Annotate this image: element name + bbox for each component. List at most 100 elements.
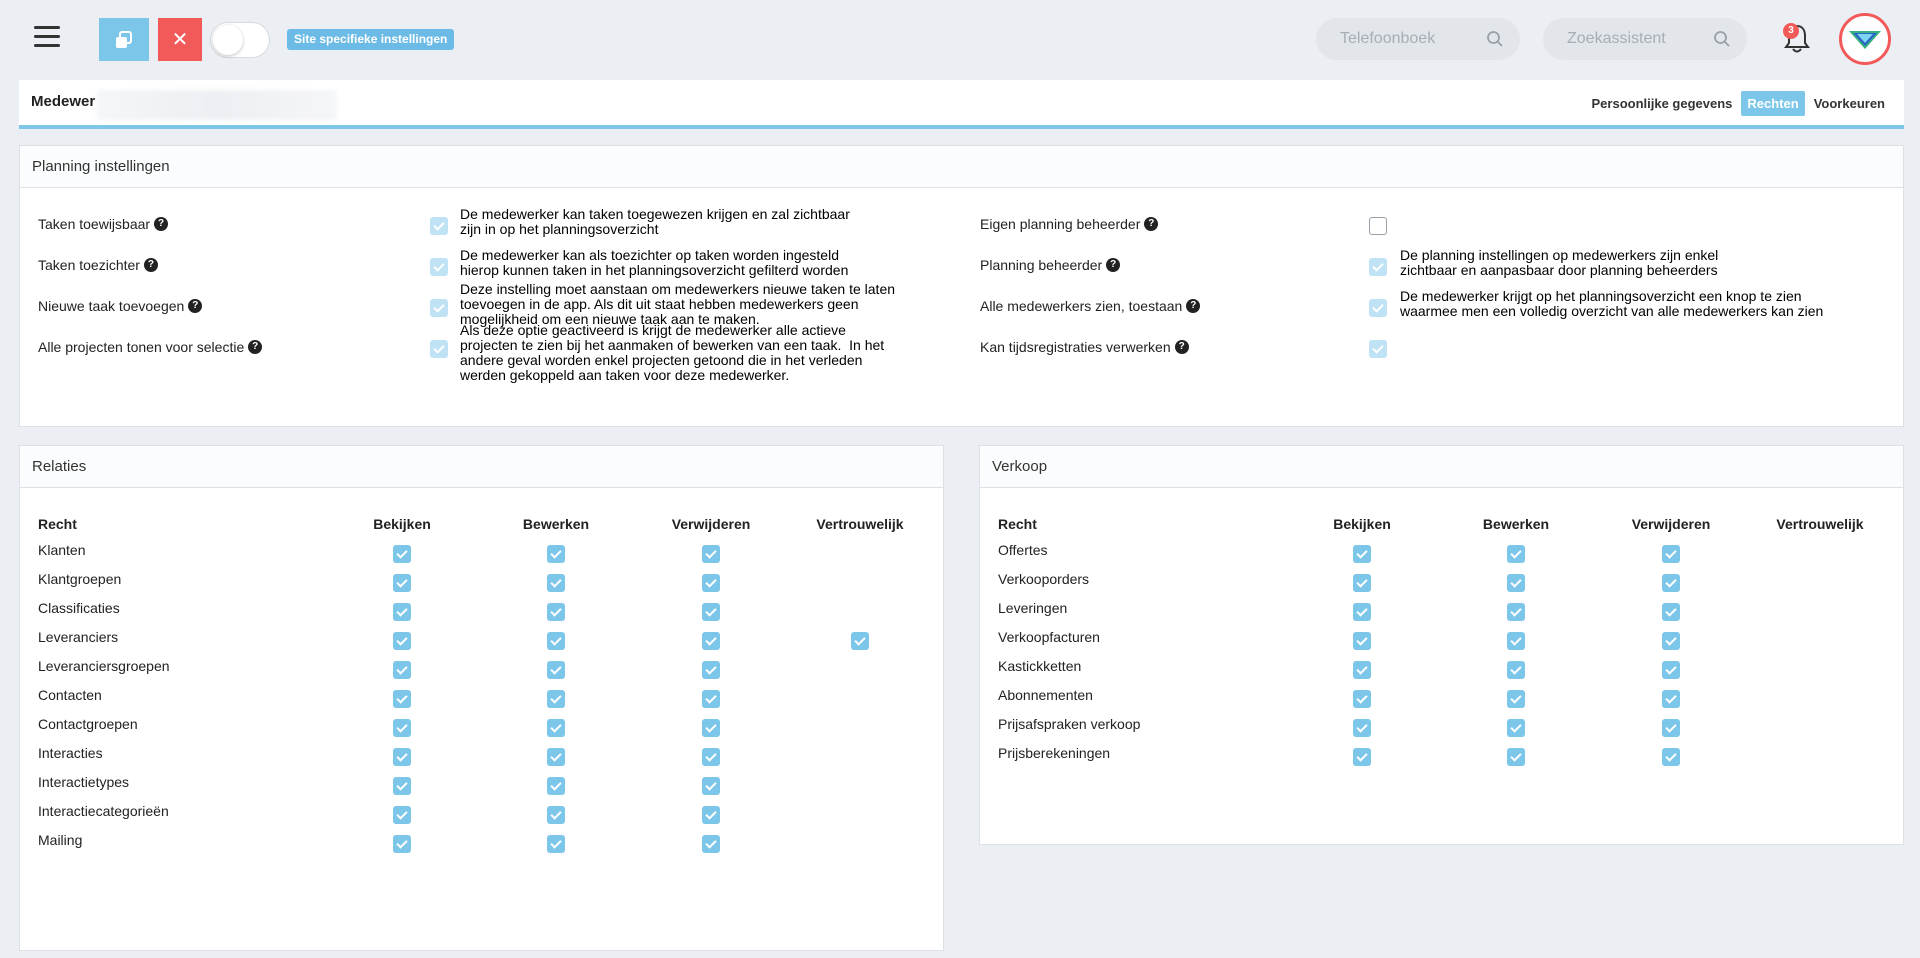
permission-checkbox[interactable] — [702, 777, 720, 795]
permission-checkbox[interactable] — [702, 690, 720, 708]
permission-checkbox[interactable] — [1353, 748, 1371, 766]
setting-checkbox[interactable] — [1369, 217, 1387, 235]
setting-label: Taken toewijsbaar? — [38, 216, 169, 232]
help-icon[interactable]: ? — [1186, 299, 1201, 313]
permission-checkbox[interactable] — [1353, 719, 1371, 737]
setting-checkbox[interactable] — [1369, 258, 1387, 276]
setting-checkbox[interactable] — [1369, 340, 1387, 358]
permission-checkbox[interactable] — [1662, 661, 1680, 679]
permission-checkbox[interactable] — [1507, 748, 1525, 766]
help-icon[interactable]: ? — [1144, 217, 1159, 231]
permission-checkbox[interactable] — [393, 690, 411, 708]
help-icon[interactable]: ? — [188, 299, 203, 313]
permission-checkbox[interactable] — [1507, 661, 1525, 679]
permission-checkbox[interactable] — [1662, 690, 1680, 708]
permission-checkbox[interactable] — [393, 719, 411, 737]
search-assistant[interactable] — [1543, 18, 1747, 60]
permission-checkbox[interactable] — [547, 545, 565, 563]
permission-checkbox[interactable] — [547, 603, 565, 621]
tab-preferences[interactable]: Voorkeuren — [1811, 91, 1888, 116]
close-button[interactable]: ✕ — [158, 18, 202, 61]
help-icon[interactable]: ? — [1106, 258, 1121, 272]
planning-settings-title: Planning instellingen — [20, 146, 1903, 188]
permission-checkbox[interactable] — [547, 719, 565, 737]
permission-checkbox[interactable] — [547, 806, 565, 824]
permission-checkbox[interactable] — [547, 574, 565, 592]
permission-checkbox[interactable] — [1507, 719, 1525, 737]
permission-checkbox[interactable] — [1507, 574, 1525, 592]
permission-checkbox[interactable] — [1507, 632, 1525, 650]
permission-checkbox[interactable] — [1507, 690, 1525, 708]
permission-checkbox[interactable] — [393, 748, 411, 766]
setting-checkbox[interactable] — [430, 299, 448, 317]
permission-checkbox[interactable] — [702, 632, 720, 650]
site-specific-toggle[interactable] — [210, 22, 270, 58]
column-header: Verwijderen — [671, 516, 751, 532]
permission-checkbox[interactable] — [702, 603, 720, 621]
permission-checkbox[interactable] — [547, 835, 565, 853]
permission-checkbox[interactable] — [393, 835, 411, 853]
tab-rights[interactable]: Rechten — [1741, 91, 1805, 116]
permission-checkbox[interactable] — [393, 632, 411, 650]
setting-label-text: Alle projecten tonen voor selectie — [38, 339, 245, 355]
permission-checkbox[interactable] — [1662, 545, 1680, 563]
permission-checkbox[interactable] — [702, 719, 720, 737]
permission-checkbox[interactable] — [393, 603, 411, 621]
permission-checkbox[interactable] — [393, 545, 411, 563]
site-specific-settings-badge[interactable]: Site specifieke instellingen — [287, 29, 455, 50]
permission-checkbox[interactable] — [1353, 545, 1371, 563]
permission-checkbox[interactable] — [1353, 632, 1371, 650]
permission-checkbox[interactable] — [702, 806, 720, 824]
column-header: Vertrouwelijk — [1776, 516, 1864, 532]
permission-checkbox[interactable] — [393, 777, 411, 795]
permission-checkbox[interactable] — [393, 806, 411, 824]
permission-checkbox[interactable] — [547, 748, 565, 766]
permission-checkbox[interactable] — [1662, 719, 1680, 737]
permission-checkbox[interactable] — [1353, 603, 1371, 621]
permission-checkbox[interactable] — [702, 574, 720, 592]
permission-checkbox[interactable] — [1353, 661, 1371, 679]
search-assistant-input[interactable] — [1567, 18, 1707, 60]
setting-label-text: Kan tijdsregistraties verwerken — [980, 339, 1171, 355]
search-icon[interactable] — [1713, 30, 1731, 48]
user-avatar[interactable] — [1839, 13, 1891, 65]
permission-checkbox[interactable] — [393, 574, 411, 592]
permission-checkbox[interactable] — [702, 661, 720, 679]
duplicate-button[interactable] — [99, 18, 149, 61]
setting-checkbox[interactable] — [430, 217, 448, 235]
help-icon[interactable]: ? — [1174, 340, 1189, 354]
phonebook-search[interactable] — [1316, 18, 1520, 60]
permission-checkbox[interactable] — [851, 632, 869, 650]
help-icon[interactable]: ? — [248, 340, 263, 354]
permission-checkbox[interactable] — [547, 632, 565, 650]
setting-checkbox[interactable] — [430, 340, 448, 358]
permission-checkbox[interactable] — [1353, 574, 1371, 592]
permission-checkbox[interactable] — [702, 545, 720, 563]
permission-name: Abonnementen — [998, 687, 1093, 703]
permission-checkbox[interactable] — [702, 748, 720, 766]
setting-checkbox[interactable] — [1369, 299, 1387, 317]
permission-checkbox[interactable] — [1662, 574, 1680, 592]
search-icon[interactable] — [1486, 30, 1504, 48]
tab-personal-data[interactable]: Persoonlijke gegevens — [1589, 91, 1736, 116]
permission-name: Verkoopfacturen — [998, 629, 1100, 645]
permission-checkbox[interactable] — [547, 777, 565, 795]
permission-name: Interactietypes — [38, 774, 130, 790]
permission-checkbox[interactable] — [1507, 545, 1525, 563]
permission-checkbox[interactable] — [1662, 603, 1680, 621]
sales-title: Verkoop — [980, 446, 1903, 488]
column-header: Bewerken — [522, 516, 590, 532]
permission-checkbox[interactable] — [702, 835, 720, 853]
help-icon[interactable]: ? — [143, 258, 158, 272]
permission-checkbox[interactable] — [547, 690, 565, 708]
permission-checkbox[interactable] — [1662, 632, 1680, 650]
permission-checkbox[interactable] — [1507, 603, 1525, 621]
help-icon[interactable]: ? — [154, 217, 169, 231]
setting-checkbox[interactable] — [430, 258, 448, 276]
hamburger-menu-icon[interactable] — [34, 26, 60, 48]
phonebook-search-input[interactable] — [1340, 18, 1480, 60]
permission-checkbox[interactable] — [547, 661, 565, 679]
permission-checkbox[interactable] — [1353, 690, 1371, 708]
permission-checkbox[interactable] — [1662, 748, 1680, 766]
permission-checkbox[interactable] — [393, 661, 411, 679]
